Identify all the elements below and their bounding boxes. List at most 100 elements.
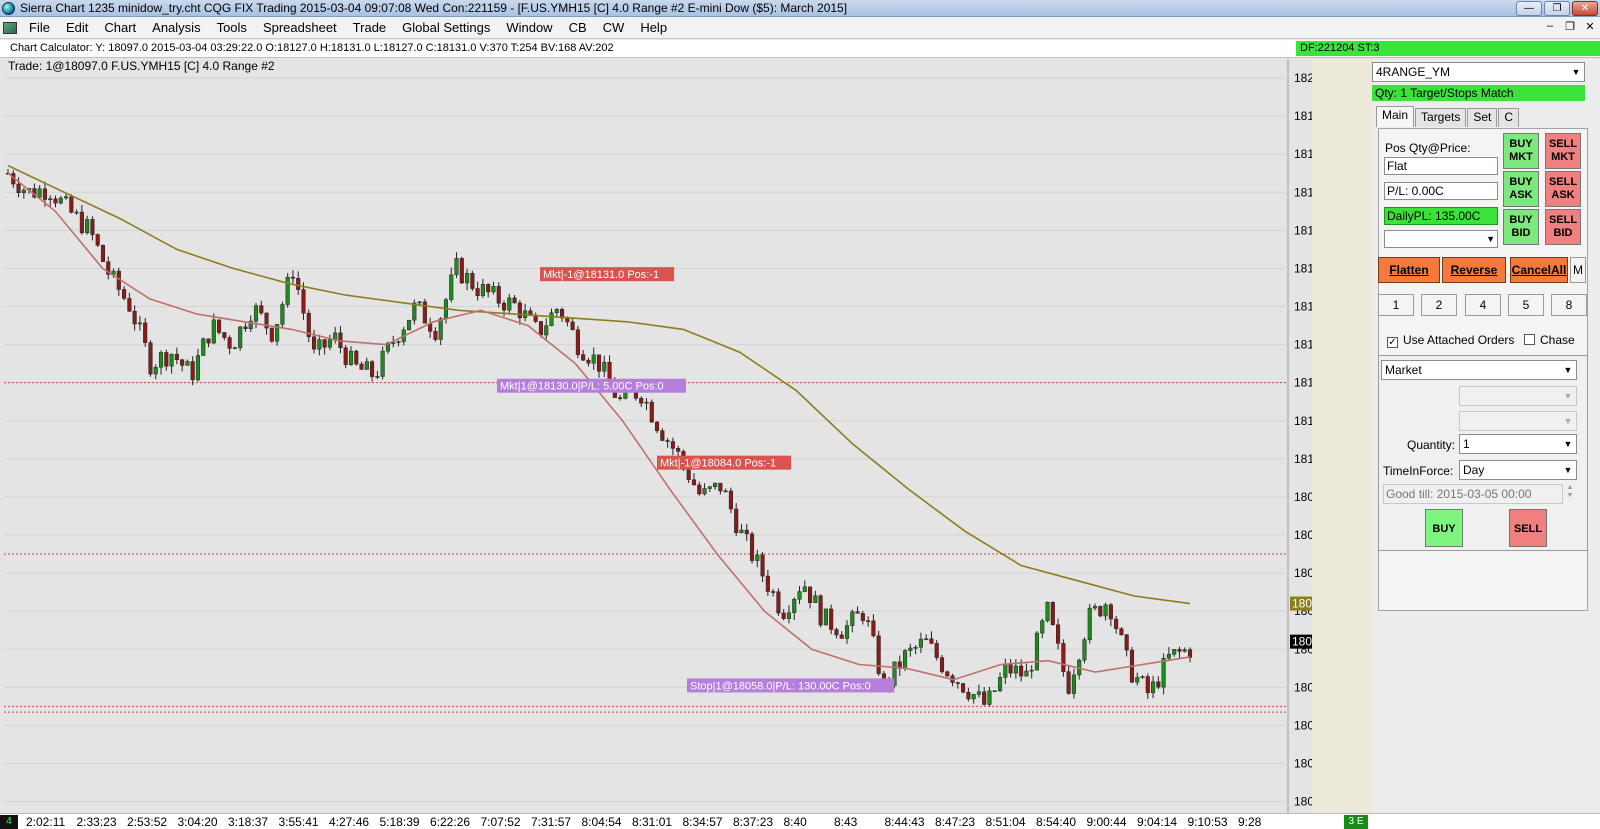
candle-body (48, 198, 53, 201)
reverse-button[interactable]: Reverse (1442, 257, 1506, 283)
candle-body (459, 258, 464, 284)
minimize-button[interactable]: — (1516, 1, 1542, 16)
time-in-force-select[interactable]: Day ▼ (1459, 460, 1577, 480)
candle-body (1098, 606, 1103, 617)
spinner-arrows-icon[interactable]: ▲ ▼ (1563, 484, 1577, 502)
order-marker-label: Mkt|-1@18084.0 Pos:-1 (660, 458, 776, 470)
menu-chart[interactable]: Chart (96, 20, 144, 35)
candle-body (391, 342, 396, 344)
candle-body (586, 359, 591, 364)
buy-ask-label-1: BUY (1509, 176, 1533, 188)
candle-body (164, 352, 169, 367)
restore-button[interactable]: ❐ (1544, 1, 1570, 16)
x-tick-label: 4:27:46 (329, 815, 370, 829)
sell-market-button[interactable]: SELL MKT (1545, 133, 1581, 169)
chevron-down-icon[interactable]: ▼ (1562, 364, 1574, 376)
menu-global-settings[interactable]: Global Settings (394, 20, 498, 35)
good-till-field[interactable]: Good till: 2015-03-05 00:00 (1383, 484, 1563, 504)
mdi-restore-button[interactable]: ❐ (1562, 20, 1578, 33)
candle-body (792, 598, 797, 613)
y-tick-label: 18140.0 (1294, 300, 1312, 314)
qty-button-1[interactable]: 1 (1378, 294, 1414, 316)
cancel-all-button[interactable]: CancelAll (1510, 257, 1568, 283)
order-type-select[interactable]: Market ▼ (1381, 360, 1577, 380)
menu-window[interactable]: Window (498, 20, 560, 35)
sierra-chart-app-icon[interactable] (2, 2, 15, 15)
price-1-select[interactable]: ▼ (1459, 386, 1577, 406)
price-chart[interactable]: 18200.0 18190.0 18180.0 18170.0 18160.0 18150… (0, 59, 1312, 813)
time-in-force-value: Day (1463, 463, 1485, 477)
chase-label: Chase (1540, 333, 1575, 347)
use-attached-orders-checkbox[interactable]: ✓ Use Attached Orders (1387, 333, 1514, 348)
buy-ask-button[interactable]: BUY ASK (1503, 171, 1539, 207)
candle-body (217, 319, 222, 333)
qty-button-5[interactable]: 5 (1508, 294, 1544, 316)
mdi-minimize-button[interactable]: – (1542, 20, 1558, 33)
y-tick-label: 18130.0 (1294, 338, 1312, 352)
chevron-down-icon[interactable]: ▼ (1562, 464, 1574, 476)
price-2-select[interactable]: ▼ (1459, 411, 1577, 431)
candle-body (639, 398, 644, 404)
candle-body (1124, 634, 1129, 651)
m-button[interactable]: M (1570, 257, 1586, 283)
tab-main[interactable]: Main (1376, 106, 1415, 127)
menu-trade[interactable]: Trade (345, 20, 394, 35)
qty-button-4[interactable]: 4 (1465, 294, 1501, 316)
buy-button[interactable]: BUY (1425, 509, 1463, 547)
menu-edit[interactable]: Edit (58, 20, 96, 35)
candle-body (924, 638, 929, 641)
menu-help[interactable]: Help (632, 20, 675, 35)
account-select[interactable]: ▼ (1384, 230, 1498, 248)
sell-ask-button[interactable]: SELL ASK (1545, 171, 1581, 207)
candle-body (1161, 658, 1166, 688)
chart-canvas[interactable]: 18200.0 18190.0 18180.0 18170.0 18160.0 18150… (0, 59, 1312, 813)
candle-body (955, 682, 960, 684)
tab-targets[interactable]: Targets (1415, 108, 1467, 127)
candle-body (966, 691, 971, 700)
menu-tools[interactable]: Tools (209, 20, 255, 35)
chevron-down-icon[interactable]: ▼ (1562, 438, 1574, 450)
quantity-label: Quantity: (1407, 438, 1456, 452)
flatten-button[interactable]: Flatten (1378, 257, 1440, 283)
candle-body (290, 276, 295, 279)
candle-body (1108, 604, 1113, 620)
chevron-down-icon[interactable]: ▼ (1562, 415, 1574, 427)
sell-button[interactable]: SELL (1509, 509, 1547, 547)
tab-set[interactable]: Set (1467, 108, 1498, 127)
candle-body (470, 273, 475, 289)
chart-window-icon[interactable] (3, 22, 17, 34)
candle-body (570, 321, 575, 330)
chevron-down-icon[interactable]: ▼ (1570, 66, 1582, 78)
candle-body (185, 361, 190, 366)
chevron-down-icon[interactable]: ▼ (1486, 231, 1495, 247)
menu-file[interactable]: File (21, 20, 58, 35)
sell-bid-button[interactable]: SELL BID (1545, 209, 1581, 245)
mdi-close-button[interactable]: ✕ (1582, 20, 1598, 33)
candle-body (591, 354, 596, 364)
trade-symbol-select[interactable]: 4RANGE_YM ▼ (1372, 62, 1585, 82)
chevron-down-icon[interactable]: ▼ (1562, 390, 1574, 402)
candle-body (322, 339, 327, 348)
x-tick-label: 2:53:52 (127, 815, 168, 829)
menu-cb[interactable]: CB (561, 20, 595, 35)
buy-market-button[interactable]: BUY MKT (1503, 133, 1539, 169)
tab-c[interactable]: C (1498, 108, 1520, 127)
buy-bid-button[interactable]: BUY BID (1503, 209, 1539, 245)
menu-cw[interactable]: CW (595, 20, 633, 35)
qty-button-8[interactable]: 8 (1551, 294, 1587, 316)
menu-analysis[interactable]: Analysis (144, 20, 208, 35)
candle-body (206, 338, 211, 344)
qty-button-2[interactable]: 2 (1421, 294, 1457, 316)
sell-ask-label-2: ASK (1551, 189, 1575, 201)
data-feed-status: DF:221204 ST:3 (1296, 41, 1600, 56)
candle-body (169, 353, 174, 367)
chart-calculator-bar: Chart Calculator: Y: 18097.0 2015-03-04 … (0, 40, 1600, 58)
menu-spreadsheet[interactable]: Spreadsheet (255, 20, 345, 35)
candle-body (739, 529, 744, 534)
candle-body (644, 401, 649, 404)
close-button[interactable]: ✕ (1572, 1, 1598, 16)
quantity-select[interactable]: 1 ▼ (1459, 434, 1577, 454)
candle-body (243, 326, 248, 329)
chase-checkbox[interactable]: Chase (1524, 333, 1575, 347)
candle-body (454, 258, 459, 276)
